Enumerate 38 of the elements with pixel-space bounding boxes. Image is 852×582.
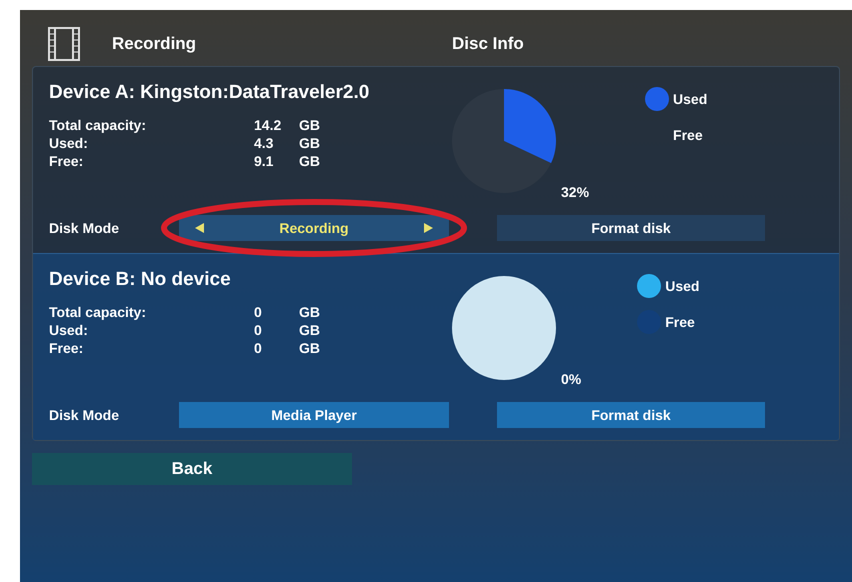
- stat-value: 0: [254, 338, 263, 356]
- stat-label: Free:: [49, 338, 84, 356]
- percent-label: 0%: [561, 370, 582, 389]
- stat-unit: GB: [299, 338, 320, 356]
- format-disk-button[interactable]: Format disk: [497, 402, 765, 428]
- device-title: Device A: Kingston:DataTraveler2.0: [49, 81, 370, 105]
- back-button[interactable]: Back: [32, 453, 352, 485]
- stat-label: Free:: [49, 152, 84, 170]
- disk-mode-selector[interactable]: Media Player: [179, 402, 449, 428]
- stat-value: 0: [254, 302, 263, 320]
- disk-mode-selector[interactable]: Recording: [179, 215, 449, 241]
- stat-value: 0: [254, 320, 263, 338]
- stat-unit: GB: [299, 134, 320, 152]
- disk-mode-label: Disk Mode: [49, 218, 120, 238]
- legend-label: Used: [665, 276, 700, 296]
- stat-label: Total capacity:: [49, 116, 147, 134]
- left-arrow-icon[interactable]: [195, 223, 204, 233]
- stat-unit: GB: [299, 302, 320, 320]
- stat-unit: GB: [299, 116, 320, 134]
- stat-label: Used:: [49, 134, 89, 152]
- format-disk-button[interactable]: Format disk: [497, 215, 765, 241]
- stat-unit: GB: [299, 152, 320, 170]
- legend-label: Free: [673, 126, 703, 144]
- stat-value: 4.3: [254, 134, 274, 152]
- stat-value: 9.1: [254, 152, 274, 170]
- page-title: Recording: [112, 33, 198, 56]
- section-title: Disc Info: [452, 33, 524, 56]
- device-title: Device B: No device: [49, 268, 232, 292]
- legend-label: Used: [673, 90, 708, 108]
- stat-unit: GB: [299, 320, 320, 338]
- stat-label: Total capacity:: [49, 302, 147, 320]
- legend-label: Free: [665, 312, 695, 332]
- stat-value: 14.2: [254, 116, 282, 134]
- stat-label: Used:: [49, 320, 89, 338]
- percent-label: 32%: [561, 183, 590, 202]
- right-arrow-icon[interactable]: [424, 223, 433, 233]
- disk-mode-label: Disk Mode: [49, 406, 120, 424]
- film-icon: [48, 27, 80, 61]
